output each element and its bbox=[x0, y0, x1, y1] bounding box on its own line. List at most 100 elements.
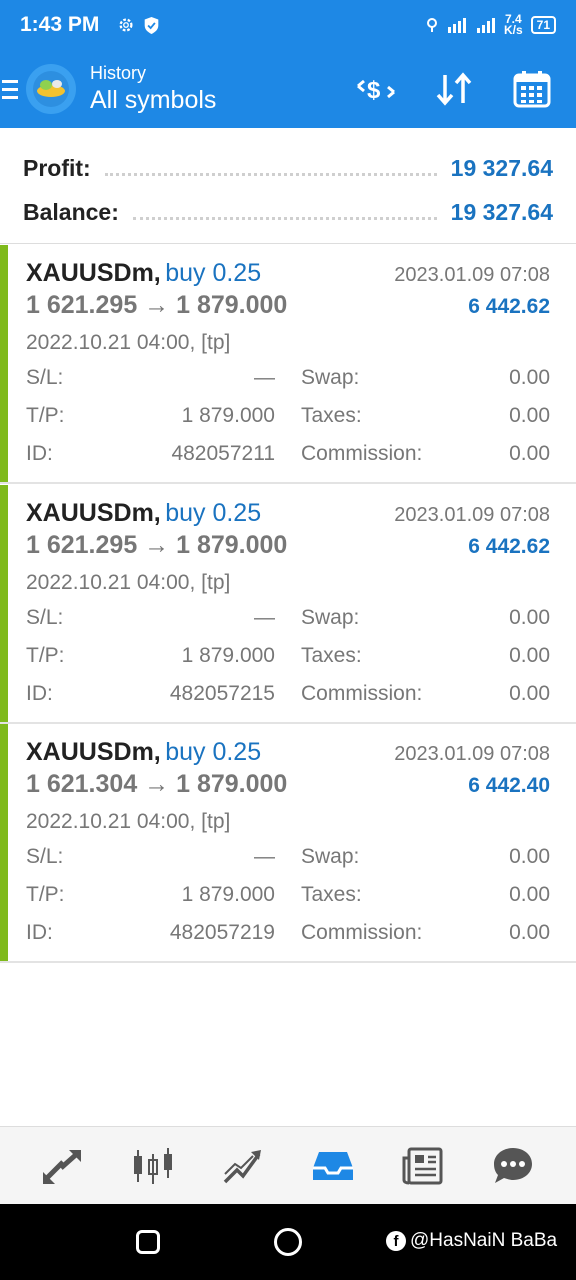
battery-indicator: 71 bbox=[530, 16, 556, 34]
quotes-icon bbox=[43, 1149, 81, 1184]
deal-prices: 1 621.304 → 1 879.000 bbox=[26, 770, 288, 798]
deal-direction: buy 0.25 bbox=[165, 259, 262, 287]
candlestick-chart-icon bbox=[134, 1147, 172, 1184]
id-label: ID: bbox=[26, 442, 53, 465]
home-button[interactable] bbox=[274, 1228, 302, 1256]
commission-value: 0.00 bbox=[509, 682, 550, 705]
sl-label: S/L: bbox=[26, 366, 64, 389]
tp-label: T/P: bbox=[26, 644, 65, 667]
id-label: ID: bbox=[26, 921, 53, 944]
tp-label: T/P: bbox=[26, 883, 65, 906]
profit-label: Profit: bbox=[23, 154, 91, 181]
buy-indicator-bar bbox=[0, 485, 8, 722]
signal-bars-icon bbox=[476, 18, 495, 33]
commission-value: 0.00 bbox=[509, 442, 550, 465]
deal-item[interactable]: XAUUSDm, buy 0.25 2023.01.09 07:08 1 621… bbox=[0, 485, 576, 724]
commission-label: Commission: bbox=[301, 921, 423, 944]
watermark-text: @HasNaiN BaBa bbox=[410, 1230, 558, 1251]
system-navigation-bar: f @HasNaiN BaBa bbox=[0, 1204, 576, 1280]
commission-label: Commission: bbox=[301, 682, 423, 705]
signal-4g-icon bbox=[447, 18, 466, 33]
calendar-icon bbox=[513, 71, 551, 108]
deal-item[interactable]: XAUUSDm, buy 0.25 2023.01.09 07:08 1 621… bbox=[0, 724, 576, 963]
page-subtitle: History bbox=[90, 63, 147, 83]
taxes-value: 0.00 bbox=[509, 644, 550, 667]
calendar-button[interactable] bbox=[510, 67, 554, 111]
status-bar: 1:43 PM 7.4 K/s 71 bbox=[0, 0, 576, 50]
deal-prices: 1 621.295 → 1 879.000 bbox=[26, 531, 288, 559]
deal-direction: buy 0.25 bbox=[165, 738, 262, 766]
id-value: 482057215 bbox=[169, 682, 275, 705]
profit-value: 19 327.64 bbox=[450, 154, 553, 181]
news-icon bbox=[402, 1147, 443, 1184]
watermark: f @HasNaiN BaBa bbox=[386, 1230, 557, 1252]
nav-chart[interactable] bbox=[128, 1141, 178, 1191]
tp-label: T/P: bbox=[26, 404, 65, 427]
page-title[interactable]: All symbols bbox=[90, 86, 216, 115]
nav-news[interactable] bbox=[398, 1141, 448, 1191]
swap-value: 0.00 bbox=[509, 606, 550, 629]
sl-value: — bbox=[254, 606, 275, 629]
commission-label: Commission: bbox=[301, 442, 423, 465]
sort-button[interactable] bbox=[432, 67, 476, 111]
deal-close-time: 2023.01.09 07:08 bbox=[394, 504, 550, 526]
buy-indicator-bar bbox=[0, 245, 8, 482]
swap-label: Swap: bbox=[301, 366, 360, 389]
bottom-navigation bbox=[0, 1126, 576, 1204]
sl-value: — bbox=[254, 366, 275, 389]
swap-label: Swap: bbox=[301, 845, 360, 868]
settings-gear-icon bbox=[119, 18, 133, 32]
sl-value: — bbox=[254, 845, 275, 868]
status-time: 1:43 PM bbox=[20, 13, 100, 36]
sl-label: S/L: bbox=[26, 606, 64, 629]
deal-symbol: XAUUSDm, bbox=[26, 259, 161, 287]
recent-apps-button[interactable] bbox=[136, 1230, 160, 1254]
menu-icon[interactable] bbox=[0, 50, 22, 128]
nav-history[interactable] bbox=[308, 1141, 358, 1191]
net-speed: 7.4 K/s bbox=[503, 13, 523, 37]
net-speed-unit: K/s bbox=[503, 23, 523, 37]
deal-symbol: XAUUSDm, bbox=[26, 738, 161, 766]
tp-value: 1 879.000 bbox=[181, 404, 275, 427]
facebook-icon: f bbox=[386, 1231, 406, 1251]
tp-value: 1 879.000 bbox=[181, 883, 275, 906]
shield-check-icon bbox=[145, 16, 159, 34]
chat-icon bbox=[494, 1147, 532, 1183]
deal-prices: 1 621.295 → 1 879.000 bbox=[26, 291, 288, 319]
app-bar: History All symbols $ bbox=[0, 50, 576, 128]
nav-chat[interactable] bbox=[488, 1141, 538, 1191]
location-icon bbox=[426, 18, 437, 32]
dotted-leader bbox=[104, 172, 437, 176]
account-summary: Profit: 19 327.64 Balance: 19 327.64 bbox=[0, 128, 576, 244]
swap-label: Swap: bbox=[301, 606, 360, 629]
nav-trade[interactable] bbox=[218, 1141, 268, 1191]
id-value: 482057211 bbox=[171, 442, 275, 465]
swap-value: 0.00 bbox=[509, 366, 550, 389]
buy-indicator-bar bbox=[0, 724, 8, 961]
id-value: 482057219 bbox=[169, 921, 275, 944]
nav-quotes[interactable] bbox=[38, 1141, 88, 1191]
taxes-label: Taxes: bbox=[301, 883, 362, 906]
commission-value: 0.00 bbox=[509, 921, 550, 944]
deal-item[interactable]: XAUUSDm, buy 0.25 2023.01.09 07:08 1 621… bbox=[0, 245, 576, 484]
profit-row: Profit: 19 327.64 bbox=[23, 146, 553, 190]
balance-row: Balance: 19 327.64 bbox=[23, 190, 553, 234]
deal-close-time: 2023.01.09 07:08 bbox=[394, 743, 550, 765]
sl-label: S/L: bbox=[26, 845, 64, 868]
svg-text:$: $ bbox=[367, 77, 381, 104]
sort-arrows-icon bbox=[436, 72, 472, 106]
deal-symbol: XAUUSDm, bbox=[26, 499, 161, 527]
deposit-withdraw-button[interactable]: $ bbox=[354, 67, 398, 111]
history-inbox-icon bbox=[313, 1151, 353, 1180]
taxes-label: Taxes: bbox=[301, 644, 362, 667]
app-logo bbox=[26, 64, 76, 114]
dollar-arrows-icon: $ bbox=[357, 77, 395, 104]
taxes-label: Taxes: bbox=[301, 404, 362, 427]
trade-trend-icon bbox=[223, 1149, 261, 1183]
balance-label: Balance: bbox=[23, 198, 119, 225]
id-label: ID: bbox=[26, 682, 53, 705]
swap-value: 0.00 bbox=[509, 845, 550, 868]
title-group: History All symbols bbox=[90, 63, 216, 115]
deal-direction: buy 0.25 bbox=[165, 499, 262, 527]
tp-value: 1 879.000 bbox=[181, 644, 275, 667]
